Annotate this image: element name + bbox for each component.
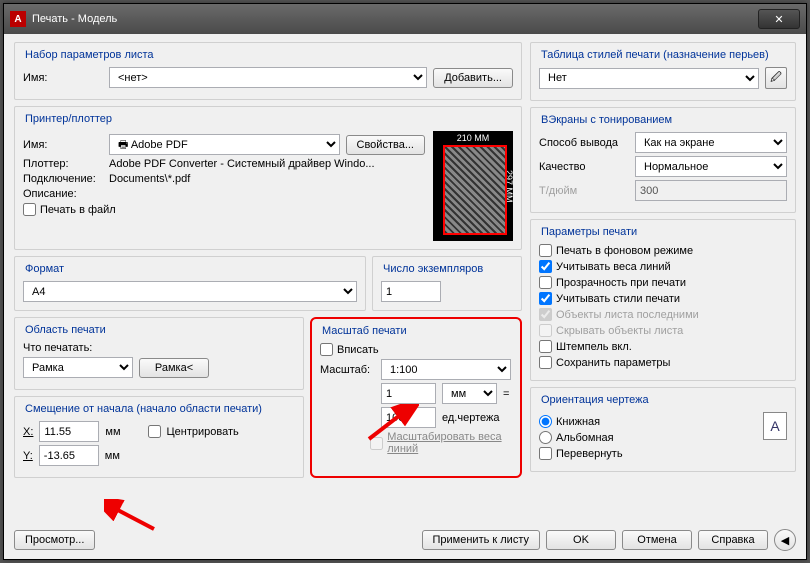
shaded-legend: ВЭкраны с тонированием	[539, 114, 787, 126]
offset-x-unit: мм	[105, 426, 120, 438]
plot-style-group: Таблица стилей печати (назначение перьев…	[530, 42, 796, 101]
scale-units-input[interactable]	[381, 383, 436, 404]
orientation-group: Ориентация чертежа Книжная Альбомная Пер…	[530, 387, 796, 472]
equals-label: =	[503, 388, 509, 400]
ok-button[interactable]: OK	[546, 530, 616, 550]
offset-group: Смещение от начала (начало области печат…	[14, 396, 304, 478]
scale-select[interactable]: 1:100	[381, 359, 511, 380]
orientation-legend: Ориентация чертежа	[539, 394, 787, 406]
close-button[interactable]: ✕	[758, 9, 800, 29]
plot-scale-legend: Масштаб печати	[320, 325, 512, 337]
offset-y-unit: мм	[105, 450, 120, 462]
opt-save-checkbox[interactable]	[539, 356, 552, 369]
printer-name-label: Имя:	[23, 139, 103, 151]
scale-label: Масштаб:	[320, 364, 375, 376]
opt-lineweights-checkbox[interactable]	[539, 260, 552, 273]
scale-drawing-input[interactable]	[381, 407, 436, 428]
quality-select[interactable]: Нормальное	[635, 156, 787, 177]
dialog-footer: Просмотр... Применить к листу OK Отмена …	[14, 529, 796, 551]
page-setup-legend: Набор параметров листа	[23, 49, 513, 61]
plot-style-select[interactable]: Нет	[539, 68, 759, 89]
opt-background-checkbox[interactable]	[539, 244, 552, 257]
opt-transparency-checkbox[interactable]	[539, 276, 552, 289]
opt-styles-checkbox[interactable]	[539, 292, 552, 305]
apply-to-layout-button[interactable]: Применить к листу	[422, 530, 541, 550]
print-dialog: A Печать - Модель ✕ Набор параметров лис…	[3, 3, 807, 560]
app-icon: A	[10, 11, 26, 27]
dpi-label: Т/дюйм	[539, 185, 629, 197]
cancel-button[interactable]: Отмена	[622, 530, 692, 550]
printer-props-button[interactable]: Свойства...	[346, 135, 425, 155]
plotter-value: Adobe PDF Converter - Системный драйвер …	[109, 158, 375, 170]
opt-paperspace-checkbox	[539, 308, 552, 321]
connection-label: Подключение:	[23, 173, 103, 185]
print-to-file-checkbox[interactable]	[23, 203, 36, 216]
paper-preview: 210 MM 297 MM	[433, 131, 513, 241]
portrait-radio[interactable]	[539, 415, 552, 428]
window-title: Печать - Модель	[32, 13, 758, 25]
plot-style-edit-button[interactable]: 🖉	[765, 67, 787, 89]
scale-lineweights-checkbox	[370, 437, 383, 450]
paper-size-legend: Формат	[23, 263, 357, 275]
plot-style-legend: Таблица стилей печати (назначение перьев…	[539, 49, 787, 61]
printer-name-select[interactable]: 🖶 Adobe PDF	[109, 134, 340, 155]
connection-value: Documents\*.pdf	[109, 173, 190, 185]
page-setup-group: Набор параметров листа Имя: <нет> Добави…	[14, 42, 522, 100]
copies-group: Число экземпляров	[372, 256, 522, 311]
quality-label: Качество	[539, 161, 629, 173]
scale-drawing-label: ед.чертежа	[442, 412, 499, 424]
print-to-file-label: Печать в файл	[40, 204, 116, 216]
what-to-plot-label: Что печатать:	[23, 342, 295, 354]
what-to-plot-select[interactable]: Рамка	[23, 357, 133, 378]
opt-stamp-checkbox[interactable]	[539, 340, 552, 353]
window-pick-button[interactable]: Рамка<	[139, 358, 209, 378]
paper-size-select[interactable]: A4	[23, 281, 357, 302]
upside-down-checkbox[interactable]	[539, 447, 552, 460]
shaded-viewport-group: ВЭкраны с тонированием Способ вывода Как…	[530, 107, 796, 213]
printer-legend: Принтер/плоттер	[23, 113, 513, 125]
description-label: Описание:	[23, 188, 103, 200]
offset-x-input[interactable]	[39, 421, 99, 442]
add-pagesetup-button[interactable]: Добавить...	[433, 68, 513, 88]
plot-scale-group: Масштаб печати Вписать Масштаб: 1:100 мм…	[310, 317, 522, 478]
printer-group: Принтер/плоттер Имя: 🖶 Adobe PDF Свойств…	[14, 106, 522, 250]
center-label: Центрировать	[167, 426, 239, 438]
center-checkbox[interactable]	[148, 425, 161, 438]
copies-legend: Число экземпляров	[381, 263, 513, 275]
offset-legend: Смещение от начала (начало области печат…	[23, 403, 295, 415]
plotter-label: Плоттер:	[23, 158, 103, 170]
plot-options-legend: Параметры печати	[539, 226, 787, 238]
orientation-icon: A	[763, 412, 787, 440]
offset-y-input[interactable]	[39, 445, 99, 466]
plot-area-group: Область печати Что печатать: Рамка Рамка…	[14, 317, 304, 390]
opt-hide-checkbox	[539, 324, 552, 337]
collapse-button[interactable]: ◀	[774, 529, 796, 551]
plot-area-legend: Область печати	[23, 324, 295, 336]
shade-mode-label: Способ вывода	[539, 137, 629, 149]
scale-unit-select[interactable]: мм	[442, 383, 497, 404]
fit-to-paper-checkbox[interactable]	[320, 343, 333, 356]
page-setup-name-label: Имя:	[23, 72, 103, 84]
plot-options-group: Параметры печати Печать в фоновом режиме…	[530, 219, 796, 381]
offset-x-label: X:	[23, 426, 33, 438]
paper-size-group: Формат A4	[14, 256, 366, 311]
landscape-radio[interactable]	[539, 431, 552, 444]
help-button[interactable]: Справка	[698, 530, 768, 550]
preview-width-label: 210 MM	[433, 133, 513, 143]
fit-to-paper-label: Вписать	[337, 344, 379, 356]
titlebar[interactable]: A Печать - Модель ✕	[4, 4, 806, 34]
offset-y-label: Y:	[23, 450, 33, 462]
preview-button[interactable]: Просмотр...	[14, 530, 95, 550]
dpi-input	[635, 180, 787, 201]
page-setup-name-select[interactable]: <нет>	[109, 67, 427, 88]
shade-mode-select[interactable]: Как на экране	[635, 132, 787, 153]
copies-input[interactable]	[381, 281, 441, 302]
scale-lineweights-label: Масштабировать веса линий	[387, 431, 512, 455]
